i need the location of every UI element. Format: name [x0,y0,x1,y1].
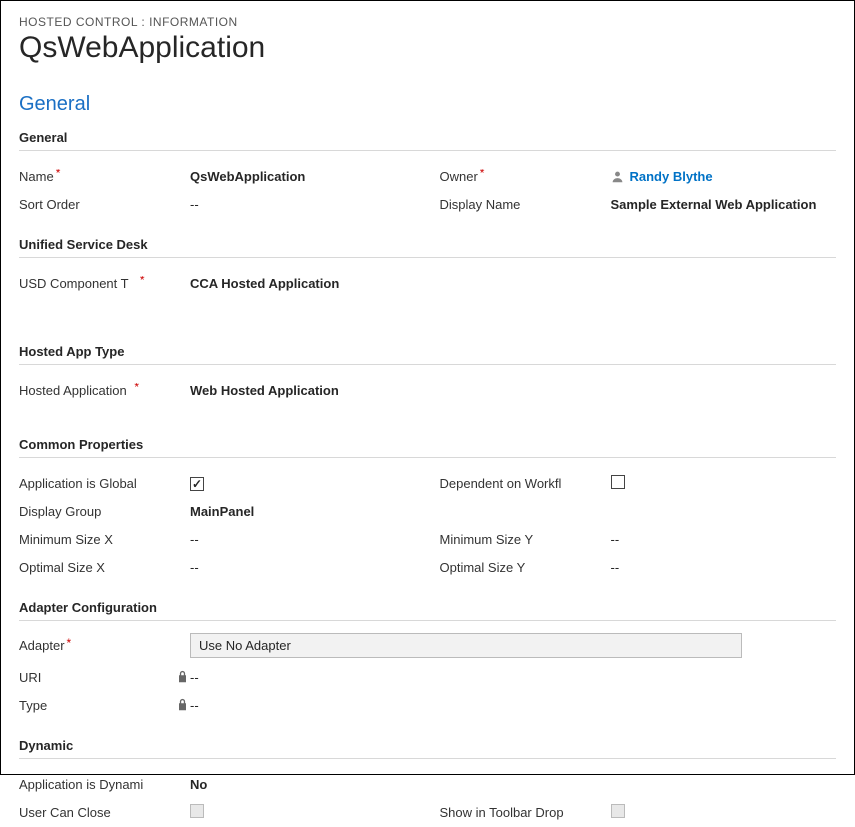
section-dynamic-heading: Dynamic [19,738,836,759]
user-can-close-checkbox [190,804,204,818]
user-can-close-label: User Can Close [19,805,174,820]
app-global-label: Application is Global [19,476,174,491]
field-display-group[interactable]: Display Group MainPanel [19,498,416,524]
display-group-label: Display Group [19,504,174,519]
section-hosted-app-heading: Hosted App Type [19,344,836,365]
min-y-value[interactable]: -- [611,530,837,549]
field-adapter[interactable]: Adapter* Use No Adapter [19,633,836,658]
app-dynamic-value[interactable]: No [190,775,416,794]
dep-workflow-checkbox[interactable] [611,475,625,489]
field-sort-order[interactable]: Sort Order -- [19,191,416,217]
app-global-checkbox[interactable]: ✓ [190,477,204,491]
min-y-label: Minimum Size Y [440,532,595,547]
section-common-heading: Common Properties [19,437,836,458]
field-min-x[interactable]: Minimum Size X -- [19,526,416,552]
lock-icon [177,670,188,684]
app-dynamic-label: Application is Dynami [19,777,174,792]
field-user-can-close: User Can Close [19,799,416,825]
min-x-value[interactable]: -- [190,530,416,549]
hosted-app-value[interactable]: Web Hosted Application [190,381,416,400]
display-name-value[interactable]: Sample External Web Application [611,195,837,214]
field-opt-x[interactable]: Optimal Size X -- [19,554,416,580]
hosted-app-label: Hosted Application * [19,383,174,398]
uri-label: URI [19,670,174,685]
uri-value: -- [190,668,416,687]
field-owner[interactable]: Owner* Randy Blythe [440,163,837,189]
field-dep-workflow[interactable]: Dependent on Workfl [440,470,837,496]
field-uri: URI -- [19,664,416,690]
section-usd-heading: Unified Service Desk [19,237,836,258]
display-group-value[interactable]: MainPanel [190,502,416,521]
section-adapter-heading: Adapter Configuration [19,600,836,621]
field-hosted-application[interactable]: Hosted Application * Web Hosted Applicat… [19,377,416,403]
person-icon [611,170,624,183]
required-asterisk: * [480,169,485,181]
field-app-global[interactable]: Application is Global ✓ [19,470,416,496]
show-toolbar-label: Show in Toolbar Drop [440,805,595,820]
required-asterisk: * [134,383,139,395]
page-title: QsWebApplication [19,31,836,65]
name-value[interactable]: QsWebApplication [190,167,416,186]
breadcrumb: HOSTED CONTROL : INFORMATION [19,15,836,29]
sort-order-label: Sort Order [19,197,174,212]
min-x-label: Minimum Size X [19,532,174,547]
show-toolbar-checkbox [611,804,625,818]
opt-x-value[interactable]: -- [190,558,416,577]
field-show-toolbar: Show in Toolbar Drop [440,799,837,825]
adapter-dropdown[interactable]: Use No Adapter [190,633,742,658]
usd-component-label: USD Component T * [19,276,174,291]
field-display-name[interactable]: Display Name Sample External Web Applica… [440,191,837,217]
field-usd-component[interactable]: USD Component T * CCA Hosted Application [19,270,416,296]
owner-label: Owner* [440,169,595,184]
owner-link[interactable]: Randy Blythe [630,169,713,184]
sort-order-value[interactable]: -- [190,195,416,214]
required-asterisk: * [67,638,72,650]
required-asterisk: * [56,169,61,181]
opt-y-value[interactable]: -- [611,558,837,577]
opt-x-label: Optimal Size X [19,560,174,575]
field-min-y[interactable]: Minimum Size Y -- [440,526,837,552]
field-type: Type -- [19,692,416,718]
type-label: Type [19,698,174,713]
field-name[interactable]: Name* QsWebApplication [19,163,416,189]
lock-icon [177,698,188,712]
adapter-label: Adapter* [19,638,174,653]
dep-workflow-label: Dependent on Workfl [440,476,595,491]
display-name-label: Display Name [440,197,595,212]
required-asterisk: * [140,276,145,288]
section-general-heading: General [19,130,836,151]
tab-general[interactable]: General [19,93,836,116]
usd-component-value[interactable]: CCA Hosted Application [190,274,416,293]
field-opt-y[interactable]: Optimal Size Y -- [440,554,837,580]
opt-y-label: Optimal Size Y [440,560,595,575]
name-label: Name* [19,169,174,184]
type-value: -- [190,696,416,715]
